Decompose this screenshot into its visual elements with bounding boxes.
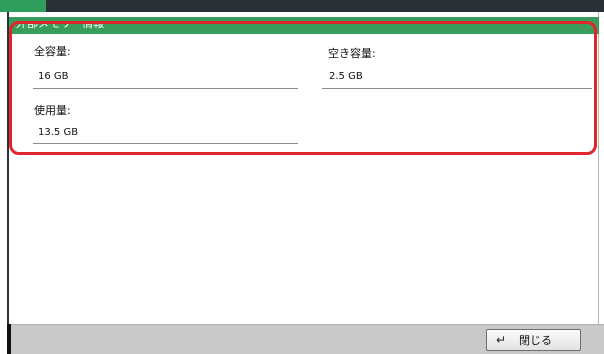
used-capacity-underline [33,143,298,144]
total-capacity-value: 16 GB [38,71,69,82]
close-button[interactable]: ↵ 閉じる [486,329,581,351]
footer-left-edge [7,324,11,354]
free-capacity-underline [322,88,592,89]
external-memory-info-screen: 外部メモリー情報 全容量: 16 GB 空き容量: 2.5 GB 使用量: 13… [0,0,604,354]
close-button-label: 閉じる [519,334,552,347]
free-capacity-label: 空き容量: [328,47,376,60]
top-status-band [0,0,604,12]
total-capacity-label: 全容量: [34,45,71,58]
used-capacity-value: 13.5 GB [38,127,79,138]
free-capacity-value: 2.5 GB [329,71,363,82]
top-tab-accent [0,0,46,12]
enter-arrow-icon: ↵ [495,333,507,347]
used-capacity-label: 使用量: [34,104,71,117]
total-capacity-underline [33,88,298,89]
